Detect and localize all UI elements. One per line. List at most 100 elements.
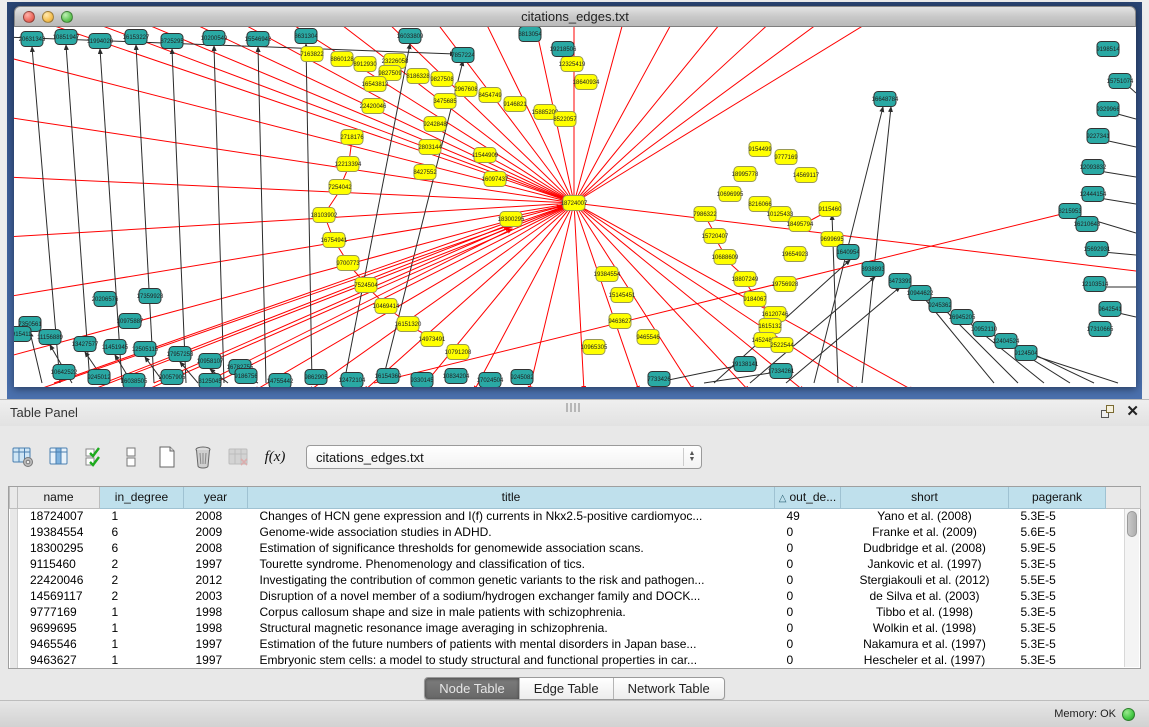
graph-node[interactable]: 8454749 (478, 88, 502, 103)
cell-name[interactable]: 22420046 (18, 572, 100, 588)
cell-short[interactable]: Dudbridge et al. (2008) (841, 540, 1009, 556)
graph-node[interactable]: 11156889 (37, 330, 63, 345)
graph-node[interactable]: 9642541 (1098, 302, 1122, 317)
cell-out_degree[interactable]: 0 (775, 540, 841, 556)
cell-name[interactable]: 9463627 (18, 652, 100, 668)
cell-year[interactable]: 2003 (184, 588, 248, 604)
graph-node[interactable]: 9862905 (304, 370, 328, 385)
table-mode-icon[interactable] (10, 444, 36, 470)
table-row[interactable]: 946362711997Embryonic stem cells: a mode… (10, 652, 1141, 668)
graph-node[interactable]: 8813054 (518, 27, 542, 42)
create-new-column-icon[interactable] (154, 444, 180, 470)
graph-node[interactable]: 12213394 (335, 157, 362, 172)
cell-gutter[interactable] (10, 636, 18, 652)
graph-node[interactable]: 14973491 (419, 332, 446, 347)
graph-node[interactable]: 16648784 (872, 92, 899, 107)
graph-node[interactable]: 15546942 (245, 32, 272, 47)
graph-node[interactable]: 7254042 (328, 180, 352, 195)
cell-out_degree[interactable]: 0 (775, 652, 841, 668)
graph-node[interactable]: 9777169 (774, 150, 798, 165)
cell-title[interactable]: Corpus callosum shape and size in male p… (248, 604, 775, 620)
graph-node[interactable]: 19654923 (782, 247, 809, 262)
cell-out_degree[interactable]: 0 (775, 556, 841, 572)
cell-name[interactable]: 18300295 (18, 540, 100, 556)
cell-year[interactable]: 1998 (184, 620, 248, 636)
cell-title[interactable]: Tourette syndrome. Phenomenology and cla… (248, 556, 775, 572)
cell-year[interactable]: 1997 (184, 636, 248, 652)
close-window-button[interactable] (23, 11, 35, 23)
graph-node[interactable]: 9154499 (748, 142, 772, 157)
cell-name[interactable]: 14569117 (18, 588, 100, 604)
cell-pagerank[interactable]: 5.3E-5 (1009, 636, 1106, 652)
graph-node[interactable]: 16154360 (375, 369, 402, 384)
graph-node[interactable]: 9198514 (1096, 42, 1120, 57)
graph-node[interactable]: 18103902 (311, 208, 338, 223)
graph-node[interactable]: 16945205 (949, 310, 976, 325)
tab-node-table[interactable]: Node Table (425, 678, 520, 699)
cell-in_degree[interactable]: 2 (100, 556, 184, 572)
graph-node[interactable]: 1615132 (758, 319, 782, 334)
graph-node[interactable]: 15720407 (702, 229, 729, 244)
cell-pagerank[interactable]: 5.3E-5 (1009, 588, 1106, 604)
graph-node[interactable]: 9465546 (636, 330, 660, 345)
column-header-filler[interactable] (1106, 487, 1141, 508)
graph-node[interactable]: 19138141 (732, 357, 759, 372)
panel-resize-grip[interactable] (566, 403, 580, 412)
graph-node[interactable]: 3475685 (433, 94, 457, 109)
column-header-year[interactable]: year (184, 487, 248, 508)
cell-name[interactable]: 9465546 (18, 636, 100, 652)
table-row[interactable]: 977716911998Corpus callosum shape and si… (10, 604, 1141, 620)
cell-gutter[interactable] (10, 556, 18, 572)
column-header-gutter[interactable] (10, 487, 18, 508)
graph-node[interactable]: 8186328 (406, 69, 430, 84)
graph-node[interactable]: 19218506 (550, 42, 577, 57)
cell-gutter[interactable] (10, 540, 18, 556)
cell-short[interactable]: Hescheler et al. (1997) (841, 652, 1009, 668)
graph-node[interactable]: 15145451 (609, 288, 636, 303)
graph-node[interactable]: 7733426 (647, 372, 671, 387)
graph-node[interactable]: 19384554 (594, 267, 621, 282)
graph-node[interactable]: 12444154 (1080, 187, 1107, 202)
cell-out_degree[interactable]: 0 (775, 524, 841, 540)
graph-node[interactable]: 9184067 (743, 292, 767, 307)
graph-node[interactable]: 8427552 (413, 165, 437, 180)
graph-node[interactable]: 3915411 (14, 327, 32, 342)
graph-node[interactable]: 10965305 (581, 340, 608, 355)
graph-node[interactable]: 20631343 (19, 32, 46, 47)
graph-node[interactable]: 20206576 (92, 292, 119, 307)
graph-node[interactable]: 8912930 (353, 57, 377, 72)
function-builder-icon[interactable]: f(x) (262, 444, 288, 470)
cell-name[interactable]: 9699695 (18, 620, 100, 636)
memory-status-indicator-icon[interactable] (1122, 708, 1135, 721)
minimize-window-button[interactable] (42, 11, 54, 23)
graph-node[interactable]: 2718176 (340, 130, 364, 145)
graph-node[interactable]: 17957253 (167, 347, 194, 362)
column-header-name[interactable]: name (18, 487, 100, 508)
graph-node[interactable]: 7857224 (451, 48, 475, 63)
graph-node[interactable]: 9146821 (503, 97, 527, 112)
cell-pagerank[interactable]: 5.6E-5 (1009, 524, 1106, 540)
float-panel-icon[interactable] (1101, 405, 1114, 418)
graph-node[interactable]: 14569117 (793, 168, 820, 183)
graph-node[interactable]: 14755442 (267, 374, 294, 388)
cell-gutter[interactable] (10, 652, 18, 668)
graph-node[interactable]: 16151320 (395, 317, 422, 332)
graph-node[interactable]: 9463627 (608, 314, 632, 329)
graph-node[interactable]: 9245082 (510, 370, 534, 385)
cell-pagerank[interactable]: 5.3E-5 (1009, 604, 1106, 620)
cell-short[interactable]: Franke et al. (2009) (841, 524, 1009, 540)
graph-node[interactable]: 10791208 (445, 345, 472, 360)
graph-node[interactable]: 18495794 (787, 217, 814, 232)
graph-node[interactable]: 9245362 (928, 298, 952, 313)
cell-in_degree[interactable]: 2 (100, 588, 184, 604)
graph-node[interactable]: 8938893 (861, 262, 885, 277)
graph-node[interactable]: 10851947 (53, 30, 80, 45)
close-panel-icon[interactable]: ✕ (1126, 405, 1139, 418)
graph-node[interactable]: 15692931 (1084, 242, 1111, 257)
cell-short[interactable]: Yano et al. (2008) (841, 508, 1009, 524)
cell-in_degree[interactable]: 2 (100, 572, 184, 588)
vertical-scrollbar[interactable] (1124, 509, 1139, 667)
graph-node[interactable]: 17359928 (137, 289, 164, 304)
cell-short[interactable]: Nakamura et al. (1997) (841, 636, 1009, 652)
table-row[interactable]: 1830029562008Estimation of significance … (10, 540, 1141, 556)
